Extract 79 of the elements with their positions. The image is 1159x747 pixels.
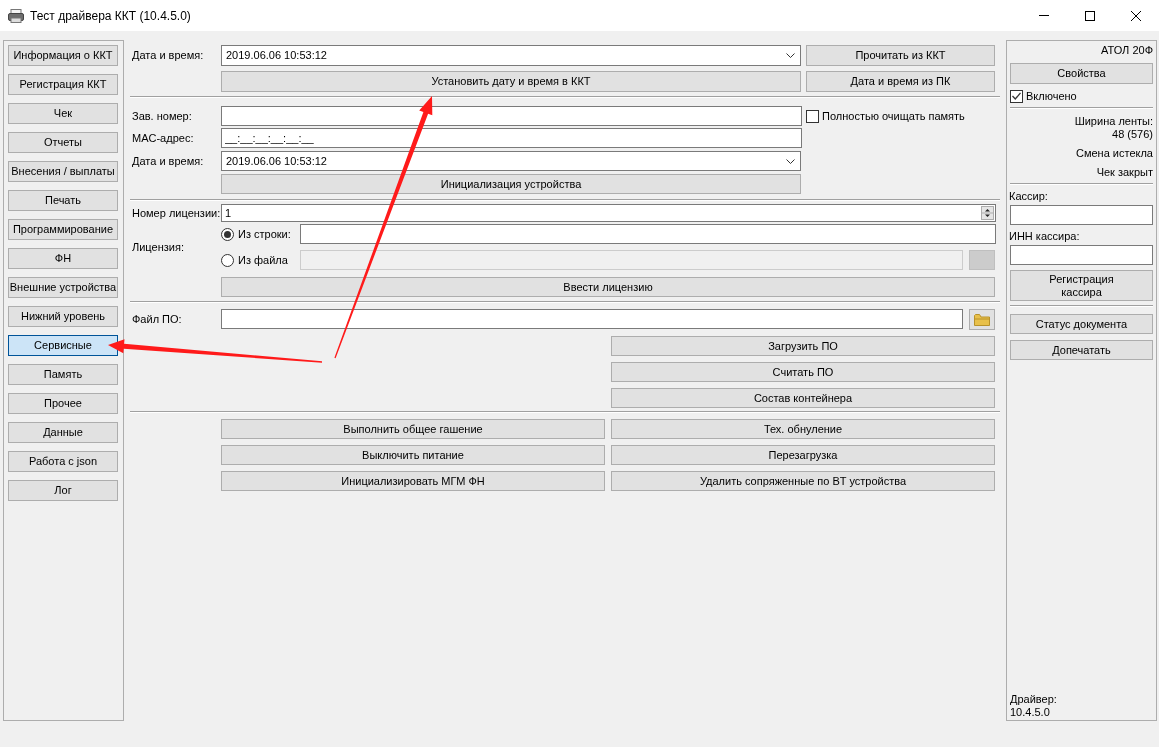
sidebar-tab[interactable]: Внесения / выплаты — [8, 161, 118, 182]
service-button[interactable]: Выполнить общее гашение — [221, 419, 605, 439]
sidebar-tab[interactable]: Печать — [8, 190, 118, 211]
sidebar-tab[interactable]: Сервисные — [8, 335, 118, 356]
sidebar-tab[interactable]: Регистрация ККТ — [8, 74, 118, 95]
date-time-dropdown[interactable]: 2019.06.06 10:53:12 — [221, 45, 801, 66]
checkbox[interactable] — [1010, 89, 1023, 103]
status-text: Ширина ленты: — [1074, 115, 1153, 128]
license-number-spinbox[interactable]: 1 — [221, 204, 996, 222]
serial-number-field[interactable] — [221, 106, 802, 126]
status-text: Чек закрыт — [1096, 166, 1153, 179]
register-cashier-button[interactable]: Регистрация кассира — [1010, 270, 1153, 301]
mac-address-field[interactable]: __:__:__:__:__:__ — [221, 128, 802, 148]
sidebar-tab[interactable]: Чек — [8, 103, 118, 124]
browse-button[interactable] — [969, 309, 995, 330]
field-label: Зав. номер: — [132, 109, 192, 123]
sidebar-tab[interactable]: Работа с json — [8, 451, 118, 472]
field-label: Лицензия: — [132, 240, 184, 254]
window-title: Тест драйвера ККТ (10.4.5.0) — [30, 8, 191, 23]
folder-icon — [974, 313, 990, 326]
checkmark-icon — [1012, 92, 1021, 100]
chevron-down-icon — [786, 53, 795, 58]
service-button[interactable]: Тех. обнуление — [611, 419, 995, 439]
field-label: Файл ПО: — [132, 312, 182, 326]
checkbox-label: Включено — [1026, 89, 1077, 103]
cashier-inn-field[interactable] — [1010, 245, 1153, 265]
driver-label: Драйвер: — [1010, 693, 1057, 706]
sidebar-tab[interactable]: Прочее — [8, 393, 118, 414]
date-time-dropdown[interactable]: 2019.06.06 10:53:12 — [221, 151, 801, 171]
spinner-arrows-icon[interactable] — [981, 206, 994, 220]
sidebar-tab[interactable]: Информация о ККТ — [8, 45, 118, 66]
radio-button[interactable] — [221, 227, 234, 241]
status-text: 48 (576) — [1112, 128, 1153, 141]
status-text: Смена истекла — [1075, 147, 1153, 160]
chevron-down-icon — [786, 158, 795, 164]
document-button[interactable]: Допечатать — [1010, 340, 1153, 360]
firmware-button[interactable]: Состав контейнера — [611, 388, 995, 408]
close-icon — [1131, 10, 1141, 21]
firmware-button[interactable]: Считать ПО — [611, 362, 995, 382]
radio-button[interactable] — [221, 253, 234, 267]
set-date-button[interactable]: Установить дату и время в ККТ — [221, 71, 801, 92]
service-button[interactable]: Удалить сопряженные по BT устройства — [611, 471, 995, 491]
properties-button[interactable]: Свойства — [1010, 63, 1153, 84]
field-label: Номер лицензии: — [132, 206, 221, 220]
license-file-field[interactable] — [300, 250, 963, 270]
checkbox-label: Полностью очищать память — [822, 109, 965, 123]
maximize-icon — [1085, 10, 1095, 21]
sidebar-tab[interactable]: Память — [8, 364, 118, 385]
sidebar-tab[interactable]: Отчеты — [8, 132, 118, 153]
sidebar-tab[interactable]: Программирование — [8, 219, 118, 240]
read-button[interactable]: Прочитать из ККТ — [806, 45, 995, 66]
service-button[interactable]: Инициализировать МГМ ФН — [221, 471, 605, 491]
document-button[interactable]: Статус документа — [1010, 314, 1153, 334]
radio-label: Из файла — [238, 253, 288, 267]
sidebar-tab[interactable]: Внешние устройства — [8, 277, 118, 298]
firmware-file-field[interactable] — [221, 309, 963, 329]
field-label: Дата и время: — [132, 49, 204, 62]
checkbox[interactable] — [806, 109, 819, 123]
license-string-field[interactable] — [300, 224, 996, 244]
sidebar-tab[interactable]: ФН — [8, 248, 118, 269]
sidebar-tab[interactable]: Нижний уровень — [8, 306, 118, 327]
sidebar-tab[interactable]: Лог — [8, 480, 118, 501]
firmware-button[interactable]: Загрузить ПО — [611, 336, 995, 356]
enter-license-button[interactable]: Ввести лицензию — [221, 277, 995, 297]
minimize-icon — [1039, 15, 1049, 16]
service-button[interactable]: Перезагрузка — [611, 445, 995, 465]
radio-label: Из строки: — [238, 227, 291, 241]
init-device-button[interactable]: Инициализация устройства — [221, 174, 801, 194]
service-button[interactable]: Выключить питание — [221, 445, 605, 465]
device-model: АТОЛ 20Ф — [1101, 44, 1153, 57]
field-label: ИНН кассира: — [1009, 230, 1080, 243]
printer-icon — [8, 8, 24, 23]
driver-version: 10.4.5.0 — [1010, 706, 1050, 719]
pc-date-button[interactable]: Дата и время из ПК — [806, 71, 995, 92]
sidebar-tab[interactable]: Данные — [8, 422, 118, 443]
cashier-field[interactable] — [1010, 205, 1153, 225]
field-label: MAC-адрес: — [132, 131, 194, 145]
field-label: Кассир: — [1009, 190, 1048, 203]
field-label: Дата и время: — [132, 154, 204, 168]
